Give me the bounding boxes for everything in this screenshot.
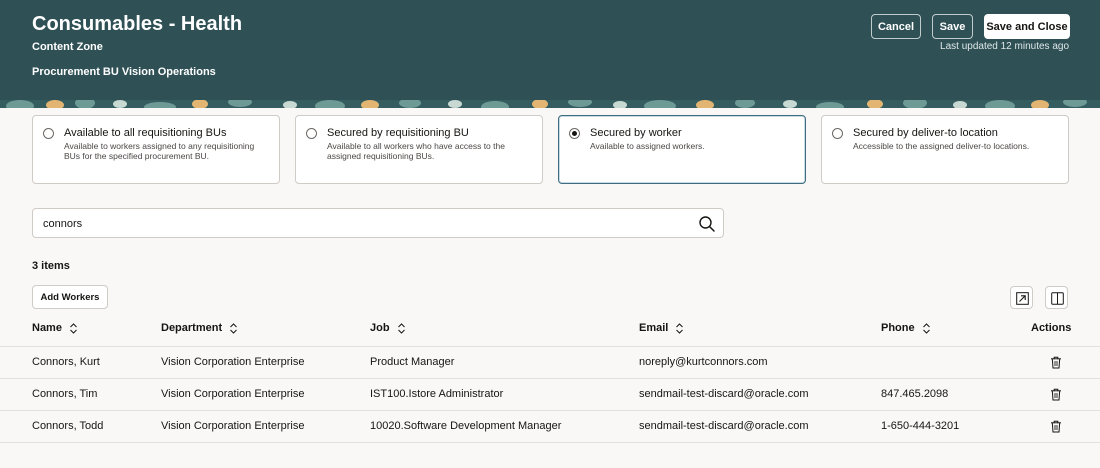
cell-department: Vision Corporation Enterprise: [161, 420, 305, 432]
column-header-name[interactable]: Name: [32, 322, 78, 334]
export-button[interactable]: [1010, 286, 1033, 309]
cell-job: IST100.Istore Administrator: [370, 388, 504, 400]
search-box: [32, 208, 724, 238]
option-title: Secured by requisitioning BU: [327, 127, 469, 139]
cell-department: Vision Corporation Enterprise: [161, 388, 305, 400]
option-description: Accessible to the assigned deliver-to lo…: [853, 141, 1030, 151]
column-header-actions: Actions: [1031, 322, 1071, 334]
decorative-pattern-band: [0, 100, 1100, 108]
row-divider: [0, 410, 1100, 411]
page-title: Consumables - Health: [32, 13, 243, 35]
delete-icon[interactable]: [1050, 356, 1062, 369]
row-divider: [0, 346, 1100, 347]
column-header-email[interactable]: Email: [639, 322, 684, 334]
column-header-phone[interactable]: Phone: [881, 322, 931, 334]
cell-job: 10020.Software Development Manager: [370, 420, 562, 432]
option-title: Secured by worker: [590, 127, 682, 139]
cell-name: Connors, Todd: [32, 420, 104, 432]
option-card-all-requisitioning-bus[interactable]: Available to all requisitioning BUs Avai…: [32, 115, 280, 184]
radio-button[interactable]: [43, 128, 54, 139]
items-count: 3 items: [32, 260, 70, 272]
manage-columns-button[interactable]: [1045, 286, 1068, 309]
column-label: Name: [32, 322, 62, 334]
radio-button[interactable]: [832, 128, 843, 139]
save-button[interactable]: Save: [932, 14, 973, 39]
sort-icon: [70, 322, 77, 334]
columns-icon: [1051, 292, 1064, 305]
delete-icon[interactable]: [1050, 388, 1062, 401]
option-title: Secured by deliver-to location: [853, 127, 998, 139]
sort-icon: [397, 322, 405, 334]
sort-icon: [922, 322, 930, 334]
radio-button[interactable]: [306, 128, 317, 139]
sort-icon: [676, 322, 684, 334]
procurement-bu-label: Procurement BU Vision Operations: [32, 66, 216, 78]
option-title: Available to all requisitioning BUs: [64, 127, 227, 139]
search-icon[interactable]: [698, 215, 716, 233]
cell-email: sendmail-test-discard@oracle.com: [639, 388, 809, 400]
cell-email: sendmail-test-discard@oracle.com: [639, 420, 809, 432]
cell-phone: 847.465.2098: [881, 388, 949, 400]
page-subtitle: Content Zone: [32, 41, 103, 53]
column-label: Job: [370, 322, 390, 334]
page-header: Consumables - Health Content Zone Procur…: [0, 0, 1100, 100]
search-input[interactable]: [43, 215, 683, 233]
cell-department: Vision Corporation Enterprise: [161, 356, 305, 368]
option-card-secured-by-worker[interactable]: Secured by worker Available to assigned …: [558, 115, 806, 184]
radio-button-selected[interactable]: [569, 128, 580, 139]
delete-icon[interactable]: [1050, 420, 1062, 433]
cell-name: Connors, Tim: [32, 388, 98, 400]
add-workers-button[interactable]: Add Workers: [32, 285, 108, 309]
option-description: Available to assigned workers.: [590, 141, 705, 151]
column-header-department[interactable]: Department: [161, 322, 238, 334]
last-updated-text: Last updated 12 minutes ago: [940, 41, 1069, 52]
cancel-button[interactable]: Cancel: [871, 14, 921, 39]
row-divider: [0, 378, 1100, 379]
save-and-close-button[interactable]: Save and Close: [984, 14, 1070, 39]
option-description: Available to workers assigned to any req…: [64, 141, 255, 161]
cell-phone: 1-650-444-3201: [881, 420, 960, 432]
cell-email: noreply@kurtconnors.com: [639, 356, 768, 368]
column-label: Email: [639, 322, 669, 334]
option-description: Available to all workers who have access…: [327, 141, 505, 161]
column-label: Actions: [1031, 322, 1072, 334]
export-icon: [1016, 292, 1029, 305]
column-header-job[interactable]: Job: [370, 322, 406, 334]
cell-name: Connors, Kurt: [32, 356, 100, 368]
sort-icon: [230, 322, 237, 334]
column-label: Department: [161, 322, 223, 334]
cell-job: Product Manager: [370, 356, 455, 368]
option-card-secured-by-deliver-to-location[interactable]: Secured by deliver-to location Accessibl…: [821, 115, 1069, 184]
option-card-secured-by-requisitioning-bu[interactable]: Secured by requisitioning BU Available t…: [295, 115, 543, 184]
column-label: Phone: [881, 322, 915, 334]
row-divider: [0, 442, 1100, 443]
